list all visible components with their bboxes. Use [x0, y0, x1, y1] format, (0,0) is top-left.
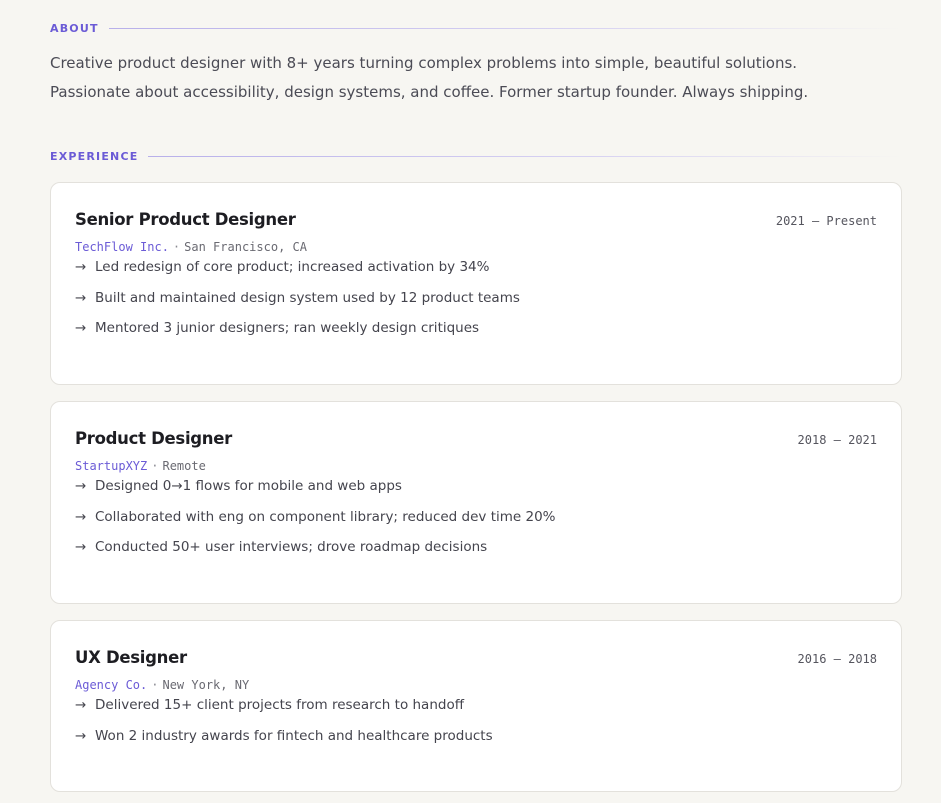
job-meta: Agency Co. · New York, NY: [75, 677, 877, 693]
job-location: New York, NY: [162, 678, 250, 692]
about-divider: [108, 27, 902, 29]
job-dates: 2016 – 2018: [797, 652, 877, 666]
experience-section-heading: EXPERIENCE: [50, 149, 902, 163]
bullet-item: → Built and maintained design system used…: [75, 288, 877, 308]
job-company: Agency Co.: [75, 678, 148, 692]
meta-separator: ·: [172, 240, 181, 254]
job-meta: TechFlow Inc. · San Francisco, CA: [75, 239, 877, 255]
arrow-right-icon: →: [75, 727, 87, 744]
arrow-right-icon: →: [75, 320, 87, 336]
bullet-item: → Delivered 15+ client projects from rese…: [75, 695, 877, 715]
job-card: Senior Product Designer 2021 – Present T…: [50, 182, 902, 385]
job-company: TechFlow Inc.: [75, 240, 169, 254]
job-card: Product Designer 2018 – 2021 StartupXYZ ·…: [50, 401, 902, 604]
job-title: Product Designer: [75, 429, 232, 448]
job-location: Remote: [162, 459, 206, 473]
bullet-text: Mentored 3 junior designers; ran weekly …: [95, 320, 480, 336]
job-location: San Francisco, CA: [184, 240, 307, 254]
experience-divider: [148, 155, 902, 157]
about-heading: ABOUT: [50, 21, 99, 35]
bullet-text: Conducted 50+ user interviews; drove roa…: [95, 539, 488, 555]
about-section-heading: ABOUT: [50, 21, 902, 35]
job-meta: StartupXYZ · Remote: [75, 458, 877, 474]
about-text: Creative product designer with 8+ years …: [50, 54, 809, 101]
job-company: StartupXYZ: [75, 459, 148, 473]
bullet-text: Delivered 15+ client projects from resea…: [95, 697, 465, 713]
bullet-text: Designed 0→1 flows for mobile and web ap…: [95, 478, 402, 494]
arrow-right-icon: →: [75, 259, 87, 275]
bullet-item: → Led redesign of core product; increased…: [75, 257, 877, 277]
bullet-item: → Won 2 industry awards for fintech and h…: [75, 726, 877, 746]
resume-page: ABOUT Creative product designer with 8+ …: [0, 21, 941, 803]
experience-heading: EXPERIENCE: [50, 149, 139, 163]
bullet-item: → Designed 0→1 flows for mobile and web a…: [75, 476, 877, 496]
job-bullets: → Designed 0→1 flows for mobile and web a…: [75, 476, 877, 557]
bullet-item: → Collaborated with eng on component libr…: [75, 507, 877, 527]
bullet-text: Collaborated with eng on component libra…: [95, 508, 556, 525]
arrow-right-icon: →: [75, 539, 87, 555]
job-title: Senior Product Designer: [75, 210, 296, 229]
arrow-right-icon: →: [75, 289, 87, 306]
job-dates: 2018 – 2021: [797, 433, 877, 447]
meta-separator: ·: [151, 459, 159, 473]
bullet-item: → Conducted 50+ user interviews; drove ro…: [75, 537, 877, 557]
job-title: UX Designer: [75, 648, 187, 667]
bullet-text: Won 2 industry awards for fintech and he…: [95, 727, 493, 744]
experience-list: Senior Product Designer 2021 – Present T…: [50, 182, 902, 792]
bullet-item: → Mentored 3 junior designers; ran weekly…: [75, 318, 877, 338]
bullet-text: Built and maintained design system used …: [95, 289, 520, 306]
job-dates: 2021 – Present: [775, 214, 877, 228]
meta-separator: ·: [151, 678, 159, 692]
job-card: UX Designer 2016 – 2018 Agency Co. · New Y…: [50, 620, 902, 792]
arrow-right-icon: →: [75, 508, 87, 525]
arrow-right-icon: →: [75, 478, 87, 494]
job-bullets: → Delivered 15+ client projects from rese…: [75, 695, 877, 746]
arrow-right-icon: →: [75, 697, 87, 713]
bullet-text: Led redesign of core product; increased …: [95, 259, 490, 275]
job-bullets: → Led redesign of core product; increased…: [75, 257, 877, 338]
